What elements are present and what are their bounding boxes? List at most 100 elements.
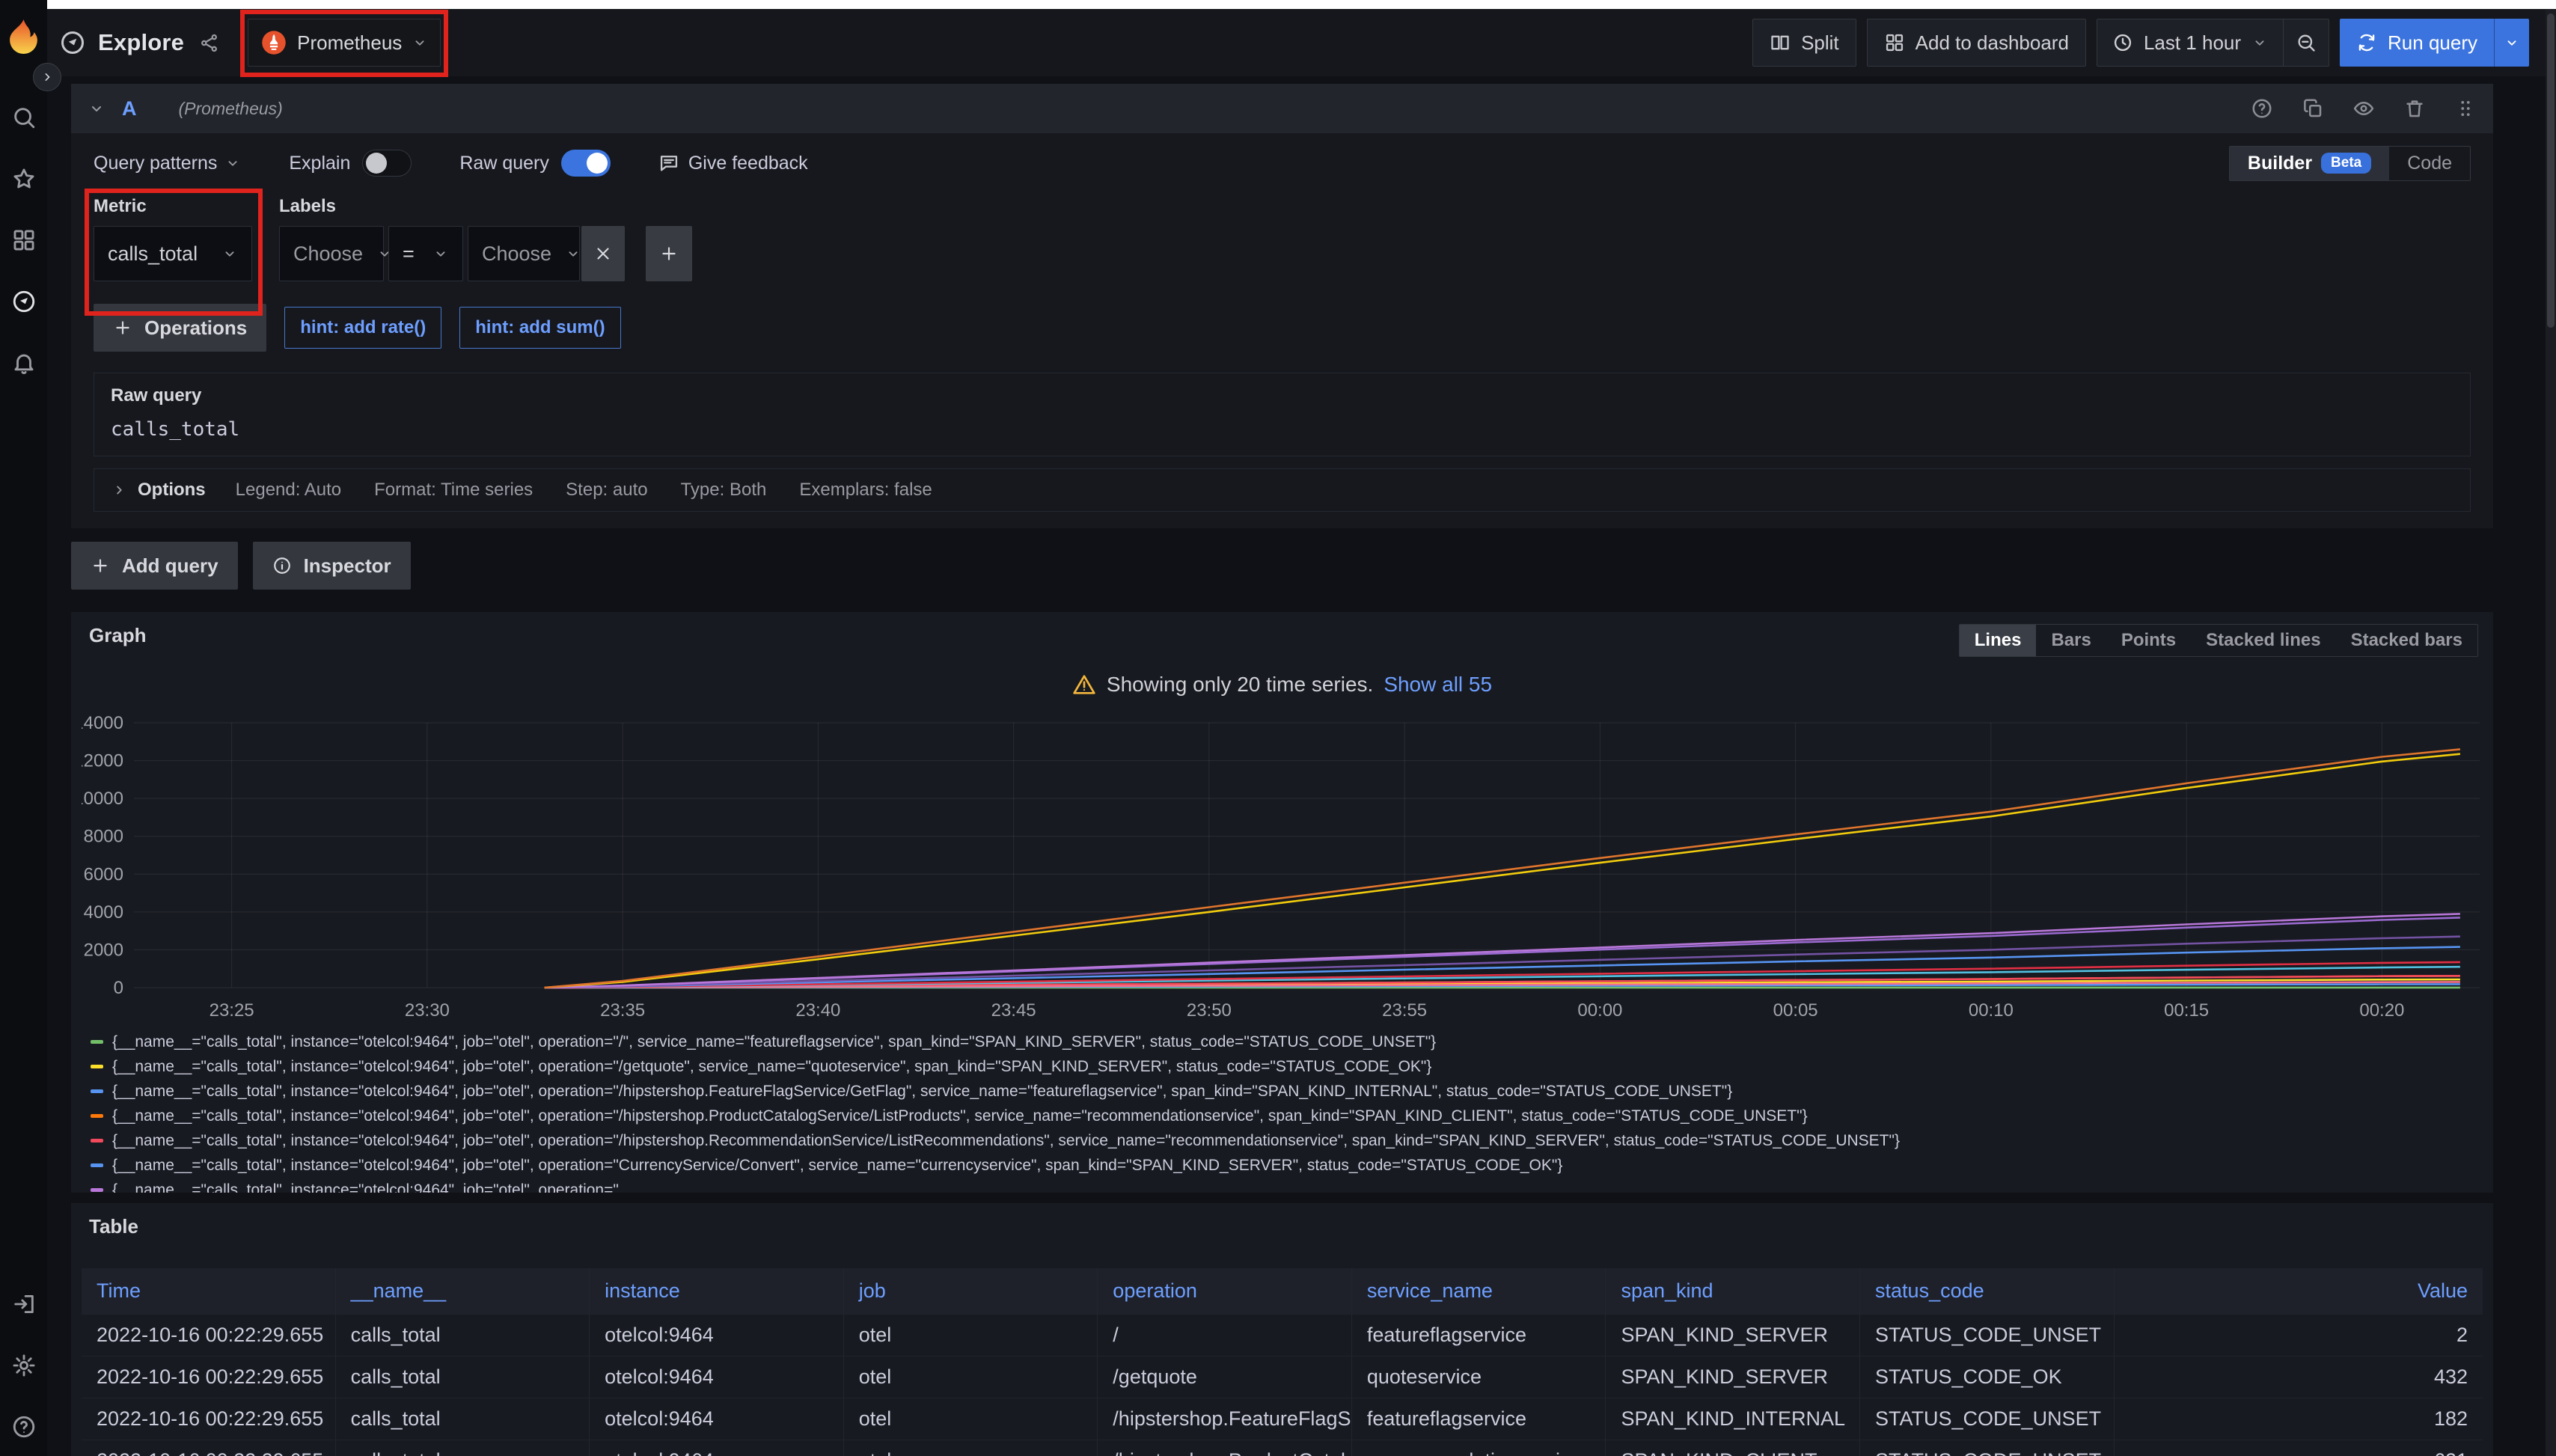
- column-header-job[interactable]: job: [844, 1268, 1098, 1314]
- add-to-dashboard-button[interactable]: Add to dashboard: [1867, 19, 2086, 67]
- column-header-instance[interactable]: instance: [590, 1268, 844, 1314]
- legend-item-3[interactable]: {__name__="calls_total", instance="otelc…: [91, 1104, 2483, 1128]
- sign-in-icon[interactable]: [11, 1291, 37, 1317]
- compass-icon[interactable]: [11, 289, 37, 314]
- drag-handle-icon[interactable]: [2454, 97, 2477, 120]
- chevron-down-icon: [565, 245, 581, 262]
- query-hint-button-0[interactable]: hint: add rate(): [284, 307, 441, 349]
- table-cell: 2022-10-16 00:22:29.655: [82, 1356, 336, 1398]
- legend-item-4[interactable]: {__name__="calls_total", instance="otelc…: [91, 1128, 2483, 1153]
- trash-icon[interactable]: [2403, 97, 2426, 120]
- graph-mode-stacked-bars[interactable]: Stacked bars: [2336, 625, 2477, 656]
- apps-icon[interactable]: [11, 227, 37, 253]
- legend-swatch: [91, 1065, 103, 1068]
- graph-mode-lines[interactable]: Lines: [1960, 625, 2037, 656]
- query-hints: hint: add rate() hint: add sum(): [284, 307, 620, 349]
- bell-icon[interactable]: [11, 350, 37, 376]
- chart-legend: {__name__="calls_total", instance="otelc…: [82, 1030, 2483, 1193]
- raw-query-toggle[interactable]: [561, 150, 611, 177]
- help-icon[interactable]: [11, 1414, 37, 1440]
- graph-mode-stacked-lines[interactable]: Stacked lines: [2191, 625, 2335, 656]
- table-cell: /: [1098, 1314, 1352, 1356]
- column-header-value[interactable]: Value: [2115, 1268, 2483, 1314]
- svg-text:23:35: 23:35: [600, 1000, 645, 1021]
- browser-scrollbar[interactable]: [2546, 9, 2556, 1456]
- legend-swatch: [91, 1089, 103, 1093]
- label-operator-select[interactable]: =: [388, 226, 463, 281]
- warning-triangle-icon: [1072, 673, 1096, 697]
- svg-text:00:00: 00:00: [1577, 1000, 1622, 1021]
- star-icon[interactable]: [11, 166, 37, 192]
- label-key-select[interactable]: Choose: [279, 226, 384, 281]
- inspector-button[interactable]: Inspector: [253, 542, 411, 590]
- time-series-chart[interactable]: 0200040006000800010000120001400023:2523:…: [82, 706, 2484, 1028]
- grafana-logo-icon[interactable]: [6, 18, 41, 57]
- explore-content: A (Prometheus): [47, 76, 2546, 1456]
- table-cell: calls_total: [336, 1356, 590, 1398]
- svg-text:4000: 4000: [84, 902, 123, 923]
- svg-text:23:45: 23:45: [991, 1000, 1036, 1021]
- show-all-series-link[interactable]: Show all 55: [1384, 673, 1492, 697]
- legend-item-6[interactable]: {__name__="calls_total", instance="otelc…: [91, 1178, 2483, 1193]
- share-icon[interactable]: [199, 33, 219, 53]
- search-icon[interactable]: [11, 105, 37, 130]
- datasource-picker[interactable]: Prometheus: [248, 19, 441, 67]
- scrollbar-thumb[interactable]: [2547, 13, 2555, 328]
- chevron-down-icon: [221, 245, 238, 262]
- give-feedback-link[interactable]: Give feedback: [658, 153, 808, 174]
- table-cell: otel: [844, 1314, 1098, 1356]
- remove-label-filter-button[interactable]: [581, 226, 625, 281]
- clock-icon: [2112, 32, 2133, 53]
- svg-text:2000: 2000: [84, 940, 123, 960]
- options-expander[interactable]: Options: [111, 480, 206, 501]
- split-button[interactable]: Split: [1752, 19, 1856, 67]
- add-query-button[interactable]: Add query: [71, 542, 238, 590]
- query-row-header[interactable]: A (Prometheus): [71, 84, 2493, 133]
- copy-icon[interactable]: [2302, 97, 2324, 120]
- metric-select[interactable]: calls_total: [94, 226, 252, 281]
- time-range-button[interactable]: Last 1 hour: [2097, 19, 2283, 66]
- query-hint-button-1[interactable]: hint: add sum(): [459, 307, 620, 349]
- label-value-select[interactable]: Choose: [468, 226, 580, 281]
- explain-toggle[interactable]: [362, 150, 412, 177]
- help-circle-icon[interactable]: [2251, 97, 2273, 120]
- legend-label: {__name__="calls_total", instance="otelc…: [112, 1083, 1732, 1101]
- gear-icon[interactable]: [11, 1353, 37, 1378]
- plus-icon: [91, 556, 110, 575]
- code-mode-tab[interactable]: Code: [2389, 147, 2470, 180]
- legend-label: {__name__="calls_total", instance="otelc…: [112, 1058, 1431, 1076]
- search-minus-icon: [2296, 32, 2317, 53]
- column-header-servicename[interactable]: service_name: [1352, 1268, 1606, 1314]
- labels-label: Labels: [279, 196, 692, 217]
- table-cell: 621: [2115, 1440, 2483, 1456]
- legend-swatch: [91, 1114, 103, 1118]
- svg-text:00:10: 00:10: [1969, 1000, 2014, 1021]
- query-patterns-dropdown[interactable]: Query patterns: [94, 153, 241, 174]
- builder-mode-tab[interactable]: Builder Beta: [2230, 147, 2389, 180]
- table-cell: STATUS_CODE_UNSET: [1860, 1440, 2115, 1456]
- table-cell: /hipstershop.FeatureFlagServi...: [1098, 1398, 1352, 1440]
- legend-item-5[interactable]: {__name__="calls_total", instance="otelc…: [91, 1153, 2483, 1178]
- eye-icon[interactable]: [2352, 97, 2375, 120]
- legend-item-0[interactable]: {__name__="calls_total", instance="otelc…: [91, 1030, 2483, 1054]
- graph-mode-points[interactable]: Points: [2106, 625, 2191, 656]
- graph-mode-bars[interactable]: Bars: [2036, 625, 2106, 656]
- info-circle-icon: [272, 556, 292, 575]
- run-query-button[interactable]: Run query: [2340, 19, 2529, 67]
- column-header-spankind[interactable]: span_kind: [1606, 1268, 1860, 1314]
- add-label-filter-button[interactable]: [646, 226, 692, 281]
- zoom-out-time-button[interactable]: [2283, 19, 2329, 66]
- legend-item-2[interactable]: {__name__="calls_total", instance="otelc…: [91, 1079, 2483, 1104]
- column-header-name[interactable]: __name__: [336, 1268, 590, 1314]
- operations-button[interactable]: Operations: [94, 304, 266, 352]
- table-cell: recommendationservice: [1352, 1440, 1606, 1456]
- column-header-operation[interactable]: operation: [1098, 1268, 1352, 1314]
- raw-query-section-label: Raw query: [111, 385, 2453, 406]
- column-header-statuscode[interactable]: status_code: [1860, 1268, 2115, 1314]
- svg-text:23:55: 23:55: [1382, 1000, 1427, 1021]
- column-header-time[interactable]: Time: [82, 1268, 336, 1314]
- legend-item-1[interactable]: {__name__="calls_total", instance="otelc…: [91, 1054, 2483, 1079]
- sidebar-expand-button[interactable]: [33, 63, 61, 91]
- run-query-dropdown[interactable]: [2494, 19, 2529, 67]
- prometheus-logo-icon: [260, 29, 287, 56]
